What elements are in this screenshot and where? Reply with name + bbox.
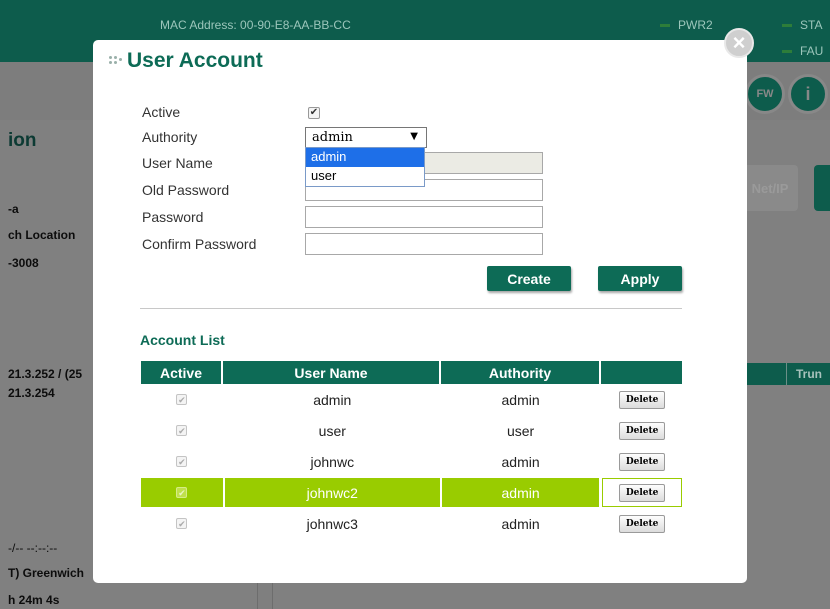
row-username: johnwc2 xyxy=(224,478,440,507)
table-row[interactable]: ✔ johnwc admin Delete xyxy=(141,446,682,477)
row-active-checkbox: ✔ xyxy=(176,456,188,467)
pwr2-indicator: PWR2 xyxy=(660,18,713,32)
table-row-highlighted[interactable]: ✔ johnwc2 admin Delete xyxy=(141,477,682,508)
dialog-title: User Account xyxy=(109,49,263,73)
column-header-username: User Name xyxy=(223,361,441,384)
chevron-down-icon: ▼ xyxy=(410,131,418,142)
delete-button[interactable]: Delete xyxy=(618,514,666,533)
mac-address-text: MAC Address: 00-90-E8-AA-BB-CC xyxy=(160,18,351,32)
delete-button[interactable]: Delete xyxy=(618,452,666,471)
row-active-cell: ✔ xyxy=(141,478,223,507)
table-row[interactable]: ✔ johnwc3 admin Delete xyxy=(141,508,682,539)
close-icon-glyph: × xyxy=(732,30,746,55)
row-authority: admin xyxy=(501,453,540,470)
row-authority: admin xyxy=(501,391,540,408)
authority-select-value: admin xyxy=(312,130,353,145)
bg-text-model: -a xyxy=(8,202,19,216)
authority-label: Authority xyxy=(142,129,198,145)
password-field[interactable] xyxy=(305,206,543,228)
row-delete-cell: Delete xyxy=(602,447,682,476)
row-active-checkbox: ✔ xyxy=(176,394,188,405)
dots-icon xyxy=(109,54,123,68)
confirm-password-field[interactable] xyxy=(305,233,543,255)
row-username: user xyxy=(318,422,346,439)
info-icon[interactable]: i xyxy=(788,74,828,114)
row-username: admin xyxy=(313,391,352,408)
row-active-cell: ✔ xyxy=(141,509,223,538)
background-section-title: ion xyxy=(8,130,37,151)
pwr2-led-icon xyxy=(660,24,670,28)
dialog-title-text: User Account xyxy=(127,49,263,72)
row-delete-cell: Delete xyxy=(602,509,682,538)
bg-text-location: ch Location xyxy=(8,228,76,242)
bg-text-gateway: 21.3.254 xyxy=(8,386,55,400)
column-header-active: Active xyxy=(141,361,223,384)
table-header-row: Active User Name Authority xyxy=(141,361,682,384)
active-checkbox[interactable]: ✔ xyxy=(308,107,320,119)
row-delete-cell: Delete xyxy=(602,385,682,414)
authority-option-admin[interactable]: admin xyxy=(306,148,424,167)
table-row[interactable]: ✔ admin admin Delete xyxy=(141,384,682,415)
firmware-download-icon[interactable]: FW xyxy=(745,74,785,114)
bg-text-timezone: T) Greenwich xyxy=(8,566,85,580)
column-header-authority: Authority xyxy=(441,361,601,384)
sta-led-icon xyxy=(782,24,792,28)
authority-select[interactable]: admin ▼ xyxy=(305,127,427,148)
row-active-checkbox: ✔ xyxy=(176,425,188,436)
row-active-cell: ✔ xyxy=(141,416,223,445)
row-authority: admin xyxy=(501,515,540,532)
authority-option-user[interactable]: user xyxy=(306,167,424,186)
row-delete-cell: Delete xyxy=(602,416,682,445)
delete-button[interactable]: Delete xyxy=(618,390,666,409)
account-list-table: Active User Name Authority ✔ admin admin… xyxy=(141,361,682,539)
sta-label: STA xyxy=(800,18,823,32)
row-delete-cell: Delete xyxy=(602,478,682,507)
account-list-title: Account List xyxy=(140,332,225,348)
apply-button[interactable]: Apply xyxy=(598,266,682,291)
fau-led-icon xyxy=(782,50,792,54)
bg-text-serial: -3008 xyxy=(8,256,39,270)
row-authority: user xyxy=(506,422,535,439)
row-active-checkbox: ✔ xyxy=(176,518,188,529)
old-password-label: Old Password xyxy=(142,182,230,198)
section-divider xyxy=(140,308,682,309)
pwr2-label: PWR2 xyxy=(678,18,713,32)
table-row[interactable]: ✔ user user Delete xyxy=(141,415,682,446)
confirm-password-label: Confirm Password xyxy=(142,236,257,252)
user-account-dialog: User Account Active ✔ Authority admin ▼ … xyxy=(93,40,747,583)
fau-label: FAU xyxy=(800,44,824,58)
fau-indicator: FAU xyxy=(782,44,823,58)
create-button[interactable]: Create xyxy=(487,266,571,291)
bg-text-time: -/-- --:--:-- xyxy=(8,541,58,555)
row-active-checkbox: ✔ xyxy=(176,487,188,498)
background-trunk-header: Trun xyxy=(796,367,822,381)
active-label: Active xyxy=(142,104,181,120)
password-label: Password xyxy=(142,209,204,225)
row-authority: admin xyxy=(441,478,600,507)
row-active-cell: ✔ xyxy=(141,447,223,476)
firmware-icon-label: FW xyxy=(756,88,774,100)
sta-indicator: STA xyxy=(782,18,822,32)
row-username: johnwc xyxy=(310,453,355,470)
background-table-divider xyxy=(786,363,787,385)
bg-text-uptime: h 24m 4s xyxy=(8,593,60,607)
username-label: User Name xyxy=(142,155,213,171)
background-green-button[interactable] xyxy=(814,165,830,211)
close-icon[interactable]: × xyxy=(724,28,754,58)
column-header-actions xyxy=(601,361,682,384)
row-username: johnwc3 xyxy=(306,515,358,532)
delete-button[interactable]: Delete xyxy=(618,483,666,502)
authority-dropdown-list: admin user xyxy=(305,147,425,187)
net-ip-button[interactable]: Net/IP xyxy=(742,165,798,211)
bg-text-ip: 21.3.252 / (25 xyxy=(8,367,83,381)
row-active-cell: ✔ xyxy=(141,385,223,414)
info-icon-glyph: i xyxy=(805,83,811,104)
delete-button[interactable]: Delete xyxy=(618,421,666,440)
